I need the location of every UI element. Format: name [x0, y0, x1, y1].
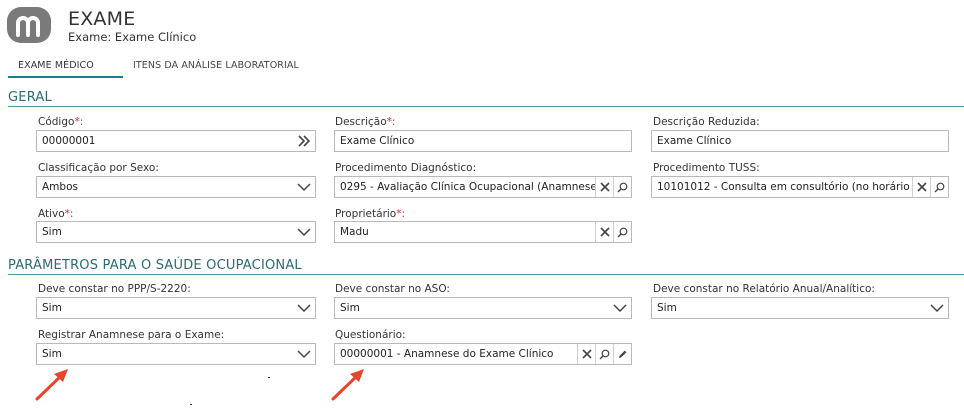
- chevron-down-icon[interactable]: [293, 222, 315, 242]
- procedimento-tuss-value: 10101012 - Consulta em consultório (no h…: [657, 181, 913, 193]
- codigo-label-text: Código: [38, 116, 75, 128]
- relatorio-anual-select[interactable]: Sim: [651, 297, 949, 319]
- close-icon[interactable]: [595, 177, 613, 197]
- procedimento-diagnostico-value: 0295 - Avaliação Clínica Ocupacional (An…: [340, 181, 596, 193]
- tab-itens-analise-laboratorial[interactable]: ITENS DA ANÁLISE LABORATORIAL: [133, 60, 299, 71]
- descricao-field[interactable]: Exame Clínico: [334, 130, 632, 152]
- chevron-down-icon[interactable]: [609, 298, 631, 318]
- required-marker: *:: [74, 116, 84, 128]
- page-subtitle: Exame: Exame Clínico: [68, 30, 197, 44]
- page-title: EXAME: [68, 8, 136, 30]
- descricao-label: Descrição*:: [335, 116, 395, 128]
- chevron-down-icon[interactable]: [926, 298, 948, 318]
- ativo-label-text: Ativo: [38, 208, 65, 220]
- red-arrow-icon: [331, 369, 364, 401]
- descricao-reduzida-value: Exame Clínico: [657, 135, 732, 147]
- ppp-value: Sim: [42, 302, 62, 314]
- proprietario-field[interactable]: Madu: [334, 221, 632, 243]
- registrar-anamnese-select[interactable]: Sim: [36, 343, 316, 365]
- chevron-down-icon[interactable]: [293, 298, 315, 318]
- descricao-reduzida-field[interactable]: Exame Clínico: [651, 130, 949, 152]
- required-marker: *:: [64, 208, 74, 220]
- section-title-parametros: PARÂMETROS PARA O SAÚDE OCUPACIONAL: [8, 258, 302, 273]
- aso-value: Sim: [340, 302, 360, 314]
- section-divider: [8, 106, 964, 107]
- ativo-select[interactable]: Sim: [36, 221, 316, 243]
- procedimento-tuss-field[interactable]: 10101012 - Consulta em consultório (no h…: [651, 176, 949, 198]
- required-marker: *:: [396, 208, 406, 220]
- descricao-value: Exame Clínico: [340, 135, 415, 147]
- close-icon[interactable]: [577, 344, 595, 364]
- close-icon[interactable]: [595, 222, 613, 242]
- red-arrow-icon: [35, 369, 68, 401]
- required-marker: *:: [386, 116, 396, 128]
- registrar-anamnese-value: Sim: [42, 348, 62, 360]
- codigo-field[interactable]: 00000001: [36, 130, 316, 152]
- questionario-field[interactable]: 00000001 - Anamnese do Exame Clínico: [334, 343, 632, 365]
- stray-dot: [268, 377, 270, 378]
- ppp-select[interactable]: Sim: [36, 297, 316, 319]
- double-chevron-right-icon[interactable]: [293, 131, 315, 151]
- chevron-down-icon[interactable]: [293, 344, 315, 364]
- descricao-reduzida-label: Descrição Reduzida:: [653, 116, 760, 128]
- procedimento-diagnostico-label: Procedimento Diagnóstico:: [335, 162, 477, 174]
- proprietario-label-text: Proprietário: [335, 208, 397, 220]
- pencil-icon[interactable]: [613, 344, 631, 364]
- codigo-label: Código*:: [38, 116, 83, 128]
- search-icon[interactable]: [613, 177, 631, 197]
- proprietario-value: Madu: [340, 226, 369, 238]
- tab-exame-medico[interactable]: EXAME MÉDICO: [18, 60, 94, 71]
- registrar-anamnese-label: Registrar Anamnese para o Exame:: [38, 329, 225, 341]
- relatorio-anual-label: Deve constar no Relatório Anual/Analític…: [653, 283, 875, 295]
- aso-label: Deve constar no ASO:: [335, 283, 450, 295]
- ativo-label: Ativo*:: [38, 208, 73, 220]
- classificacao-sexo-label: Classificação por Sexo:: [38, 162, 159, 174]
- search-icon[interactable]: [595, 344, 613, 364]
- questionario-value: 00000001 - Anamnese do Exame Clínico: [340, 348, 554, 360]
- app-logo-icon: [6, 6, 54, 46]
- chevron-down-icon[interactable]: [293, 177, 315, 197]
- classificacao-sexo-select[interactable]: Ambos: [36, 176, 316, 198]
- classificacao-sexo-value: Ambos: [42, 181, 78, 193]
- stray-dot: [190, 404, 192, 405]
- active-tab-indicator: [8, 76, 123, 78]
- questionario-label: Questionário:: [335, 329, 406, 341]
- close-icon[interactable]: [912, 177, 930, 197]
- search-icon[interactable]: [613, 222, 631, 242]
- procedimento-tuss-label: Procedimento TUSS:: [653, 162, 760, 174]
- codigo-value: 00000001: [42, 135, 96, 147]
- section-divider: [8, 274, 964, 275]
- section-title-geral: GERAL: [8, 90, 52, 105]
- search-icon[interactable]: [930, 177, 948, 197]
- tab-bar: EXAME MÉDICO ITENS DA ANÁLISE LABORATORI…: [0, 56, 964, 80]
- ppp-label: Deve constar no PPP/S-2220:: [38, 283, 191, 295]
- proprietario-label: Proprietário*:: [335, 208, 405, 220]
- procedimento-diagnostico-field[interactable]: 0295 - Avaliação Clínica Ocupacional (An…: [334, 176, 632, 198]
- relatorio-anual-value: Sim: [657, 302, 677, 314]
- descricao-label-text: Descrição: [335, 116, 387, 128]
- aso-select[interactable]: Sim: [334, 297, 632, 319]
- ativo-value: Sim: [42, 226, 62, 238]
